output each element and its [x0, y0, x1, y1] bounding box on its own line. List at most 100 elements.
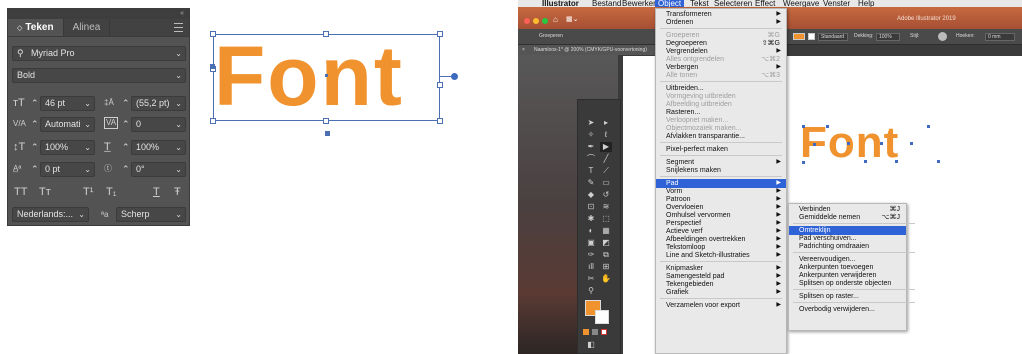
color-mode-icon[interactable] — [583, 329, 589, 335]
menu-illustrator[interactable]: Illustrator — [542, 0, 579, 8]
menu-bestand[interactable]: Bestand — [592, 0, 621, 8]
shape-builder-tool-icon[interactable]: ◐ — [585, 226, 597, 236]
menu-item-line-and-sketch-illustraties[interactable]: Line and Sketch-illustraties ▶ — [656, 251, 786, 260]
rectangle-tool-icon[interactable]: ▭ — [600, 178, 612, 188]
graph-tool-icon[interactable]: ıll — [585, 262, 597, 272]
type-tool-icon[interactable]: T — [585, 166, 597, 176]
menu-item-verzamelen-voor-export[interactable]: Verzamelen voor export ▶ — [656, 301, 786, 310]
submenu-item-gemiddelde-nemen[interactable]: Gemiddelde nemen ⌥⌘J — [789, 213, 906, 222]
workspace-switcher-icon[interactable]: ▦⌄ — [566, 15, 578, 23]
menu-effect[interactable]: Effect — [755, 0, 775, 8]
line-tool-icon[interactable]: ╱ — [600, 154, 612, 164]
handle-middle-right[interactable] — [437, 82, 443, 88]
fill-swatch-small[interactable] — [793, 33, 805, 40]
recolor-icon[interactable] — [938, 32, 947, 41]
menu-selecteren[interactable]: Selecteren — [714, 0, 752, 8]
eyedropper-tool-icon[interactable]: ✑ — [585, 250, 597, 260]
anchor-point[interactable] — [937, 160, 940, 163]
menu-tekst[interactable]: Tekst — [690, 0, 709, 8]
horizontal-scale-stepper[interactable]: ⌃ — [122, 140, 130, 154]
handle-top-left[interactable] — [210, 31, 216, 37]
stroke-style-field[interactable]: Standaard — [818, 33, 848, 41]
curvature-tool-icon[interactable]: ⌒ — [585, 154, 597, 164]
underline-button[interactable]: T — [153, 185, 160, 199]
all-caps-button[interactable]: TT — [14, 185, 27, 199]
tracking-stepper[interactable]: ⌃ — [122, 117, 130, 131]
menu-item-pixel-perfect-maken[interactable]: Pixel-perfect maken — [656, 145, 786, 154]
draw-mode-icon[interactable]: ◧ — [585, 340, 597, 350]
menu-object[interactable]: Object — [655, 0, 685, 8]
handle-bottom-right[interactable] — [437, 118, 443, 124]
menu-item-snijlekens-maken[interactable]: Snijlekens maken — [656, 166, 786, 175]
slice-tool-icon[interactable]: ✂ — [585, 274, 597, 284]
language-select[interactable]: Nederlands:... ⌄ — [12, 207, 89, 222]
kerning-stepper[interactable]: ⌃ — [31, 117, 39, 131]
tab-teken[interactable]: ◇ Teken — [8, 19, 64, 36]
direct-selection-tool-icon[interactable]: ▸ — [600, 118, 612, 128]
gradient-tool-icon[interactable]: ◩ — [600, 238, 612, 248]
anchor-point[interactable] — [910, 142, 913, 145]
superscript-button[interactable]: T¹ — [83, 185, 93, 199]
stroke-swatch-small[interactable] — [808, 33, 815, 40]
menu-item-grafiek[interactable]: Grafiek ▶ — [656, 288, 786, 297]
leading-stepper[interactable]: ⌃ — [122, 96, 130, 110]
horizontal-scale-field[interactable]: 100% ⌄ — [131, 140, 186, 155]
text-out-port[interactable] — [325, 131, 330, 136]
panel-menu-icon[interactable] — [174, 23, 183, 32]
perspective-grid-tool-icon[interactable]: ▦ — [600, 226, 612, 236]
panel-header[interactable]: « — [8, 9, 189, 19]
rotation-stepper[interactable]: ⌃ — [122, 162, 130, 176]
shaper-tool-icon[interactable]: ✎ — [585, 178, 597, 188]
anchor-point[interactable] — [802, 125, 805, 128]
home-icon[interactable]: ⌂ — [553, 15, 558, 24]
kerning-field[interactable]: Automati ⌄ — [40, 117, 95, 132]
submenu-item-padrichting-omdraaien[interactable]: Padrichting omdraaien — [789, 242, 906, 251]
magic-wand-tool-icon[interactable]: ✧ — [585, 130, 597, 140]
collapse-icon[interactable]: « — [180, 9, 184, 19]
text-in-port[interactable] — [210, 64, 215, 69]
zoom-window-button[interactable] — [542, 18, 548, 24]
submenu-item-overbodig-verwijderen[interactable]: Overbodig verwijderen... — [789, 305, 906, 314]
eraser-tool-icon[interactable]: ◆ — [585, 190, 597, 200]
scale-tool-icon[interactable]: ⊡ — [585, 202, 597, 212]
selection-tool-icon[interactable]: ➤ — [585, 118, 597, 128]
handle-bottom-middle[interactable] — [323, 118, 329, 124]
puppet-warp-tool-icon[interactable]: ✱ — [585, 214, 597, 224]
stroke-color-swatch[interactable] — [595, 310, 609, 324]
vertical-scale-stepper[interactable]: ⌃ — [31, 140, 39, 154]
tracking-field[interactable]: 0 ⌄ — [131, 117, 186, 132]
submenu-item-splitsen-op-raster[interactable]: Splitsen op raster... — [789, 292, 906, 301]
baseline-shift-stepper[interactable]: ⌃ — [31, 162, 39, 176]
anchor-point[interactable] — [813, 143, 816, 146]
font-size-stepper[interactable]: ⌃ — [31, 96, 39, 110]
minimize-window-button[interactable] — [533, 18, 539, 24]
pointer-tool-icon[interactable]: ▶ — [600, 142, 612, 152]
close-tab-icon[interactable]: × — [522, 45, 525, 55]
document-tab[interactable]: × Naamloos-1* @ 200% (CMYK/GPU-voorverto… — [518, 45, 678, 55]
menu-item-afvlakken-transparantie[interactable]: Afvlakken transparantie... — [656, 132, 786, 141]
menu-item-ordenen[interactable]: Ordenen ▶ — [656, 18, 786, 27]
corners-field[interactable]: 0 mm — [985, 33, 1015, 41]
menu-venster[interactable]: Venster — [823, 0, 850, 8]
handle-top-right[interactable] — [437, 31, 443, 37]
menu-weergave[interactable]: Weergave — [783, 0, 819, 8]
anchor-point[interactable] — [826, 125, 829, 128]
small-caps-button[interactable]: Tт — [39, 185, 51, 199]
rotate-tool-icon[interactable]: ↺ — [600, 190, 612, 200]
font-size-field[interactable]: 46 pt ⌄ — [40, 96, 95, 111]
width-tool-icon[interactable]: ≋ — [600, 202, 612, 212]
anchor-point[interactable] — [927, 125, 930, 128]
close-window-button[interactable] — [524, 18, 530, 24]
submenu-item-splitsen-op-onderste-objecten[interactable]: Splitsen op onderste objecten — [789, 279, 906, 288]
strikethrough-button[interactable]: Ŧ — [174, 185, 181, 199]
none-mode-icon[interactable] — [601, 329, 607, 335]
blend-tool-icon[interactable]: ⧉ — [600, 250, 612, 260]
lasso-tool-icon[interactable]: ℓ — [600, 130, 612, 140]
anchor-point[interactable] — [880, 142, 883, 145]
opacity-field[interactable]: 100% — [876, 33, 900, 41]
pen-tool-icon[interactable]: ✒ — [585, 142, 597, 152]
anchor-point[interactable] — [847, 142, 850, 145]
gradient-mode-icon[interactable] — [592, 329, 598, 335]
font-style-field[interactable]: Bold ⌄ — [12, 68, 186, 83]
tab-alinea[interactable]: Alinea — [64, 19, 111, 36]
